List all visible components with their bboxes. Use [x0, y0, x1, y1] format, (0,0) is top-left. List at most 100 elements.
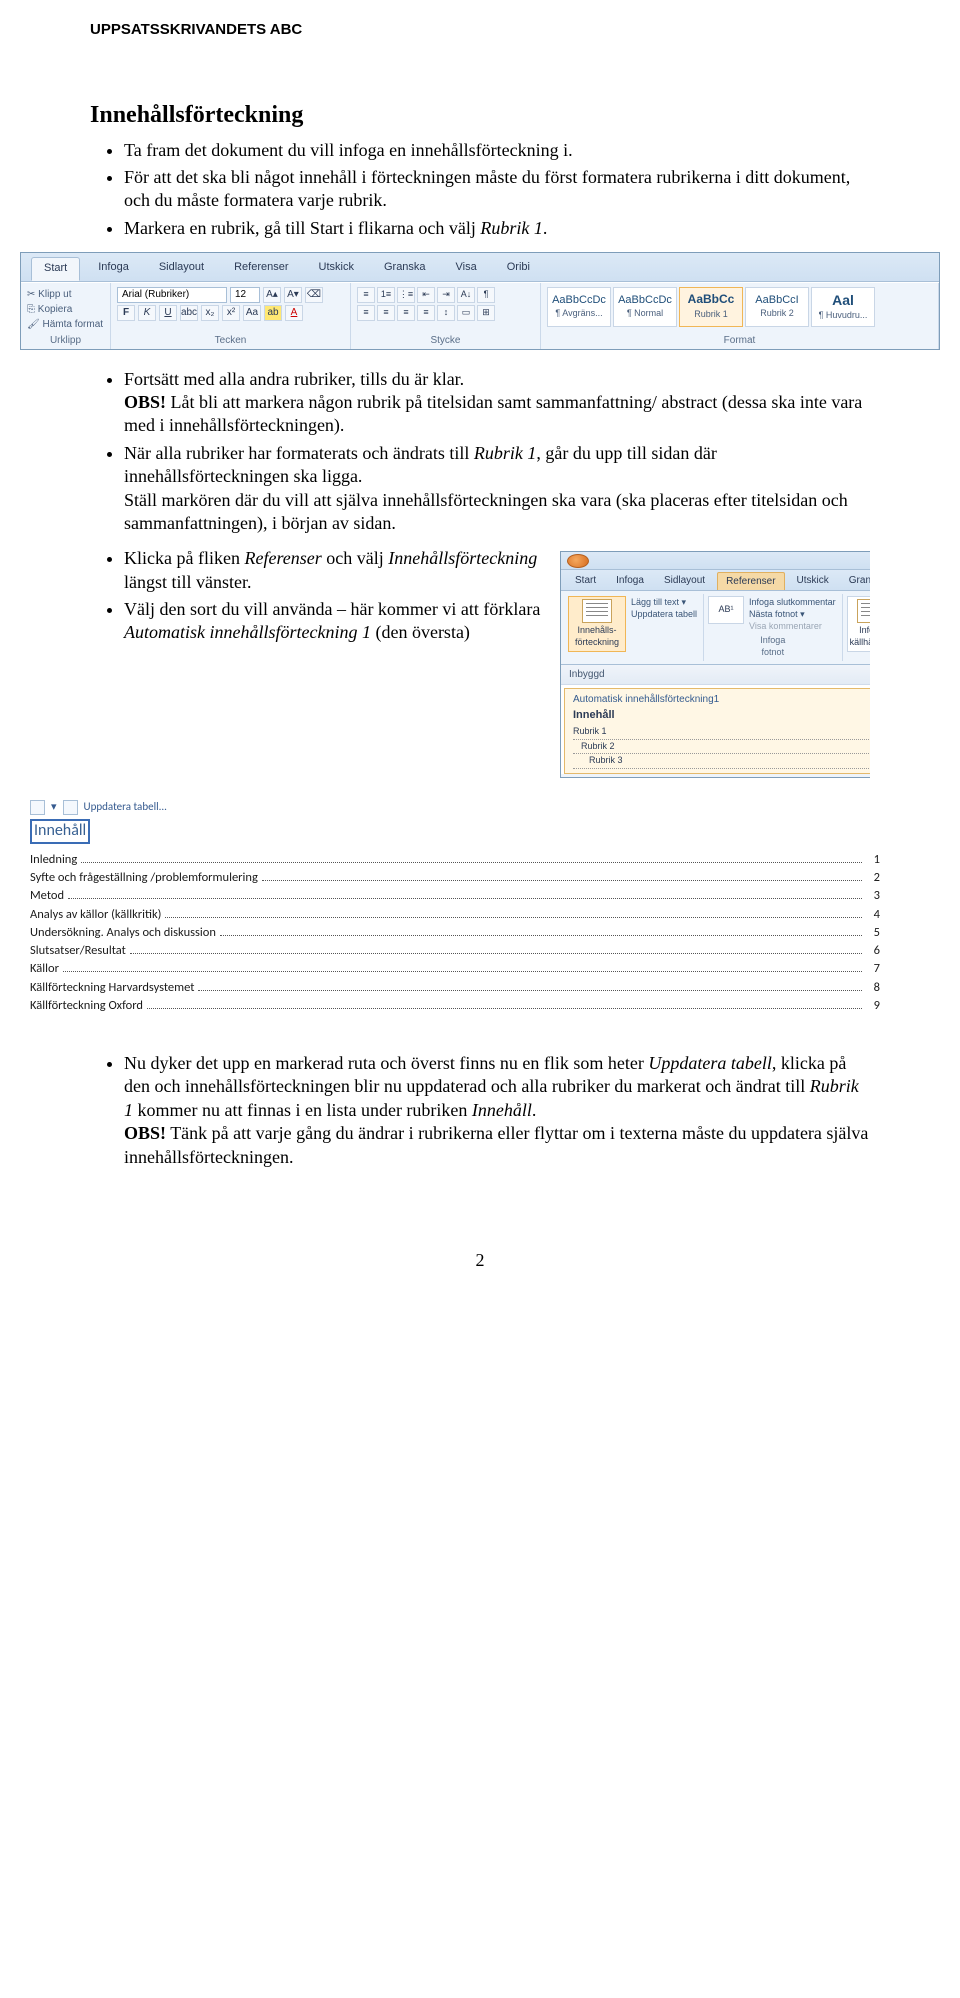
- style---normal[interactable]: AaBbCcDc¶ Normal: [613, 287, 677, 327]
- after-bullet-2-cont: Ställ markören där du vill att själva in…: [124, 490, 848, 533]
- intro-bullet-3-pre: Markera en rubrik, gå till Start i flika…: [124, 218, 480, 238]
- add-text-button[interactable]: Lägg till text ▾: [629, 596, 699, 608]
- intro-bullet-3-italic: Rubrik 1: [480, 218, 543, 238]
- ribbon2-titlebar: [561, 552, 870, 570]
- toc-row: Analys av källor (källkritik)4: [30, 907, 880, 923]
- clipboard-label: Urklipp: [27, 334, 104, 347]
- font-color-button[interactable]: A: [285, 305, 303, 321]
- toc-dropdown-preview-title: Innehåll: [573, 708, 870, 722]
- show-comments-button: Visa kommentarer: [747, 620, 838, 632]
- tab2-infoga[interactable]: Infoga: [608, 572, 652, 590]
- insert-endnote-button[interactable]: Infoga slutkommentar: [747, 596, 838, 608]
- show-marks-button[interactable]: ¶: [477, 287, 495, 303]
- toc-row: Syfte och frågeställning /problemformule…: [30, 870, 880, 886]
- shrink-font-button[interactable]: A▾: [284, 287, 302, 303]
- toc-row: Inledning1: [30, 852, 880, 868]
- superscript-button[interactable]: x²: [222, 305, 240, 321]
- insert-footnote-button[interactable]: AB¹: [708, 596, 744, 624]
- underline-button[interactable]: U: [159, 305, 177, 321]
- toc-button[interactable]: Innehålls- förteckning: [568, 596, 626, 651]
- subscript-button[interactable]: x₂: [201, 305, 219, 321]
- align-center-button[interactable]: ≡: [377, 305, 395, 321]
- bold-button[interactable]: F: [117, 305, 135, 321]
- toc-dropdown-item-1[interactable]: Automatisk innehållsförteckning1 Innehål…: [564, 688, 870, 774]
- strike-button[interactable]: abc: [180, 305, 198, 321]
- format-painter-button[interactable]: 🖌 Hämta format: [27, 317, 104, 332]
- sort-button[interactable]: A↓: [457, 287, 475, 303]
- mid-b1-it1: Referenser: [244, 548, 321, 568]
- indent-inc-button[interactable]: ⇥: [437, 287, 455, 303]
- footnotes-group: AB¹ Infoga slutkommentar Nästa fotnot ▾ …: [704, 594, 843, 660]
- justify-button[interactable]: ≡: [417, 305, 435, 321]
- tab2-sidlayout[interactable]: Sidlayout: [656, 572, 713, 590]
- insert-citation-button[interactable]: Infoga källhänvisning: [847, 596, 870, 651]
- tab2-start[interactable]: Start: [567, 572, 604, 590]
- toc-update-label[interactable]: Uppdatera tabell...: [84, 800, 167, 814]
- toc-row: Källförteckning Harvardsystemet8: [30, 980, 880, 996]
- toc-drop-row: Rubrik 21: [573, 740, 870, 755]
- page-number: 2: [90, 1249, 870, 1272]
- font-name-input[interactable]: [117, 287, 227, 303]
- tab-utskick[interactable]: Utskick: [307, 257, 366, 280]
- clear-format-button[interactable]: ⌫: [305, 287, 323, 303]
- align-right-button[interactable]: ≡: [397, 305, 415, 321]
- toc-dropdown: Inbyggd Automatisk innehållsförteckning1…: [561, 664, 870, 774]
- intro-bullet-1: Ta fram det dokument du vill infoga en i…: [124, 139, 870, 162]
- toc-dropdown-header: Inbyggd: [561, 665, 870, 685]
- toc-drop-row: Rubrik 31: [573, 754, 870, 769]
- final-post: .: [532, 1100, 537, 1120]
- next-footnote-button[interactable]: Nästa fotnot ▾: [747, 608, 838, 620]
- section-title: Innehållsförteckning: [90, 100, 870, 131]
- toc-title: Innehåll: [30, 819, 90, 844]
- tab-oribi[interactable]: Oribi: [495, 257, 542, 280]
- ribbon-tabs: Start Infoga Sidlayout Referenser Utskic…: [21, 253, 939, 281]
- style-rubrik-1[interactable]: AaBbCcRubrik 1: [679, 287, 743, 327]
- update-table-button[interactable]: Uppdatera tabell: [629, 608, 699, 620]
- bullets-button[interactable]: ≡: [357, 287, 375, 303]
- style---huvudru---[interactable]: Aal¶ Huvudru...: [811, 287, 875, 327]
- shading-button[interactable]: ▭: [457, 305, 475, 321]
- tab2-granska[interactable]: Granska: [841, 572, 870, 590]
- numbering-button[interactable]: 1≡: [377, 287, 395, 303]
- final-it1: Uppdatera tabell: [648, 1053, 772, 1073]
- after-bullet-2-pre: När alla rubriker har formaterats och än…: [124, 443, 474, 463]
- toc-update-icon[interactable]: [63, 800, 78, 815]
- tab-sidlayout[interactable]: Sidlayout: [147, 257, 216, 280]
- align-left-button[interactable]: ≡: [357, 305, 375, 321]
- final-bullet: Nu dyker det upp en markerad ruta och öv…: [124, 1052, 870, 1169]
- intro-list: Ta fram det dokument du vill infoga en i…: [90, 139, 870, 241]
- tab2-utskick[interactable]: Utskick: [789, 572, 837, 590]
- ribbon2-tabs: Start Infoga Sidlayout Referenser Utskic…: [561, 570, 870, 591]
- toc-options-icon[interactable]: [30, 800, 45, 815]
- style-rubrik-2[interactable]: AaBbCcIRubrik 2: [745, 287, 809, 327]
- tab-start[interactable]: Start: [31, 257, 80, 280]
- tab-granska[interactable]: Granska: [372, 257, 438, 280]
- clipboard-group: ✂ Klipp ut ⎘ Kopiera 🖌 Hämta format Urkl…: [21, 283, 111, 349]
- mid-b1-pre: Klicka på fliken: [124, 548, 244, 568]
- multilist-button[interactable]: ⋮≡: [397, 287, 415, 303]
- mid-b1-post: längst till vänster.: [124, 572, 252, 592]
- cut-button[interactable]: ✂ Klipp ut: [27, 287, 104, 302]
- toc-row: Källor7: [30, 961, 880, 977]
- copy-button[interactable]: ⎘ Kopiera: [27, 302, 104, 317]
- indent-dec-button[interactable]: ⇤: [417, 287, 435, 303]
- mid-b1-it2: Innehållsförteckning: [388, 548, 537, 568]
- tab-infoga[interactable]: Infoga: [86, 257, 141, 280]
- font-size-input[interactable]: [230, 287, 260, 303]
- tab-visa[interactable]: Visa: [444, 257, 489, 280]
- font-group: A▴ A▾ ⌫ F K U abc x₂ x² Aa ab A Tecken: [111, 283, 351, 349]
- grow-font-button[interactable]: A▴: [263, 287, 281, 303]
- case-button[interactable]: Aa: [243, 305, 261, 321]
- line-spacing-button[interactable]: ↕: [437, 305, 455, 321]
- paragraph-label: Stycke: [357, 334, 534, 347]
- highlight-button[interactable]: ab: [264, 305, 282, 321]
- style---avgr-ns---[interactable]: AaBbCcDc¶ Avgräns...: [547, 287, 611, 327]
- toc-row: Slutsatser/Resultat6: [30, 943, 880, 959]
- italic-button[interactable]: K: [138, 305, 156, 321]
- after-bullet-2-it: Rubrik 1: [474, 443, 537, 463]
- borders-button[interactable]: ⊞: [477, 305, 495, 321]
- toc-dropdown-item-label: Automatisk innehållsförteckning1: [573, 693, 870, 706]
- tab-referenser[interactable]: Referenser: [222, 257, 300, 280]
- tab2-referenser[interactable]: Referenser: [717, 572, 784, 590]
- office-orb-icon[interactable]: [567, 554, 589, 568]
